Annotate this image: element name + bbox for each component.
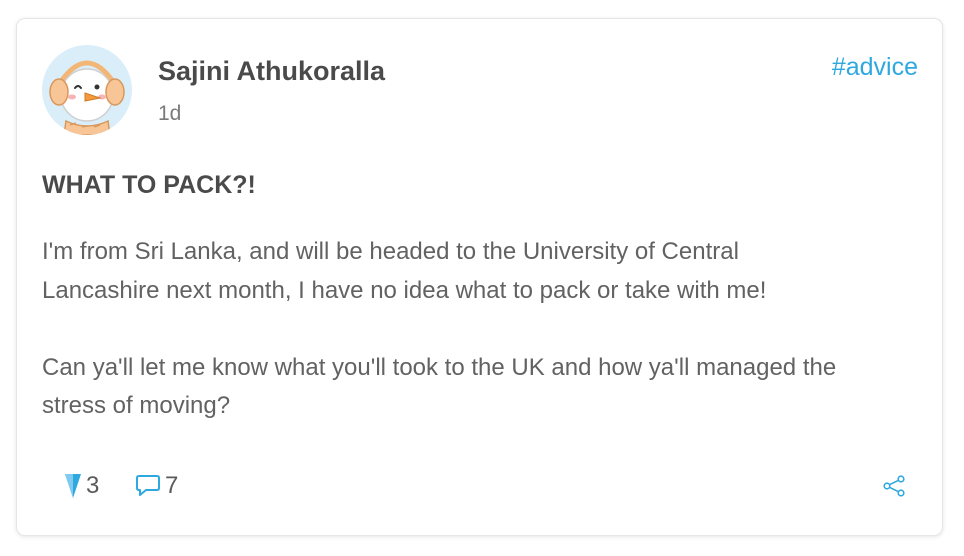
snowman-avatar-icon — [42, 45, 132, 135]
post-paragraph: I'm from Sri Lanka, and will be headed t… — [42, 238, 767, 304]
post-paragraph: Can ya'll let me know what you'll took t… — [42, 353, 837, 420]
post-title[interactable]: WHAT TO PACK?! — [42, 171, 256, 200]
avatar[interactable] — [42, 45, 132, 135]
share-icon — [883, 475, 905, 497]
tag-link[interactable]: #advice — [832, 53, 918, 82]
share-button[interactable] — [882, 474, 906, 503]
author-name[interactable]: Sajini Athukoralla — [158, 56, 385, 87]
comments-button[interactable]: 7 — [135, 472, 178, 500]
comment-bubble-icon — [136, 475, 160, 496]
upvote-count: 3 — [86, 472, 100, 499]
upvote-arrow-icon — [65, 474, 81, 498]
post-timestamp: 1d — [158, 102, 182, 125]
post-card: Sajini Athukoralla 1d #advice WHAT TO PA… — [16, 18, 943, 536]
comment-count: 7 — [165, 472, 179, 499]
upvote-button[interactable]: 3 — [64, 472, 99, 500]
post-body: I'm from Sri Lanka, and will be headed t… — [42, 233, 922, 426]
